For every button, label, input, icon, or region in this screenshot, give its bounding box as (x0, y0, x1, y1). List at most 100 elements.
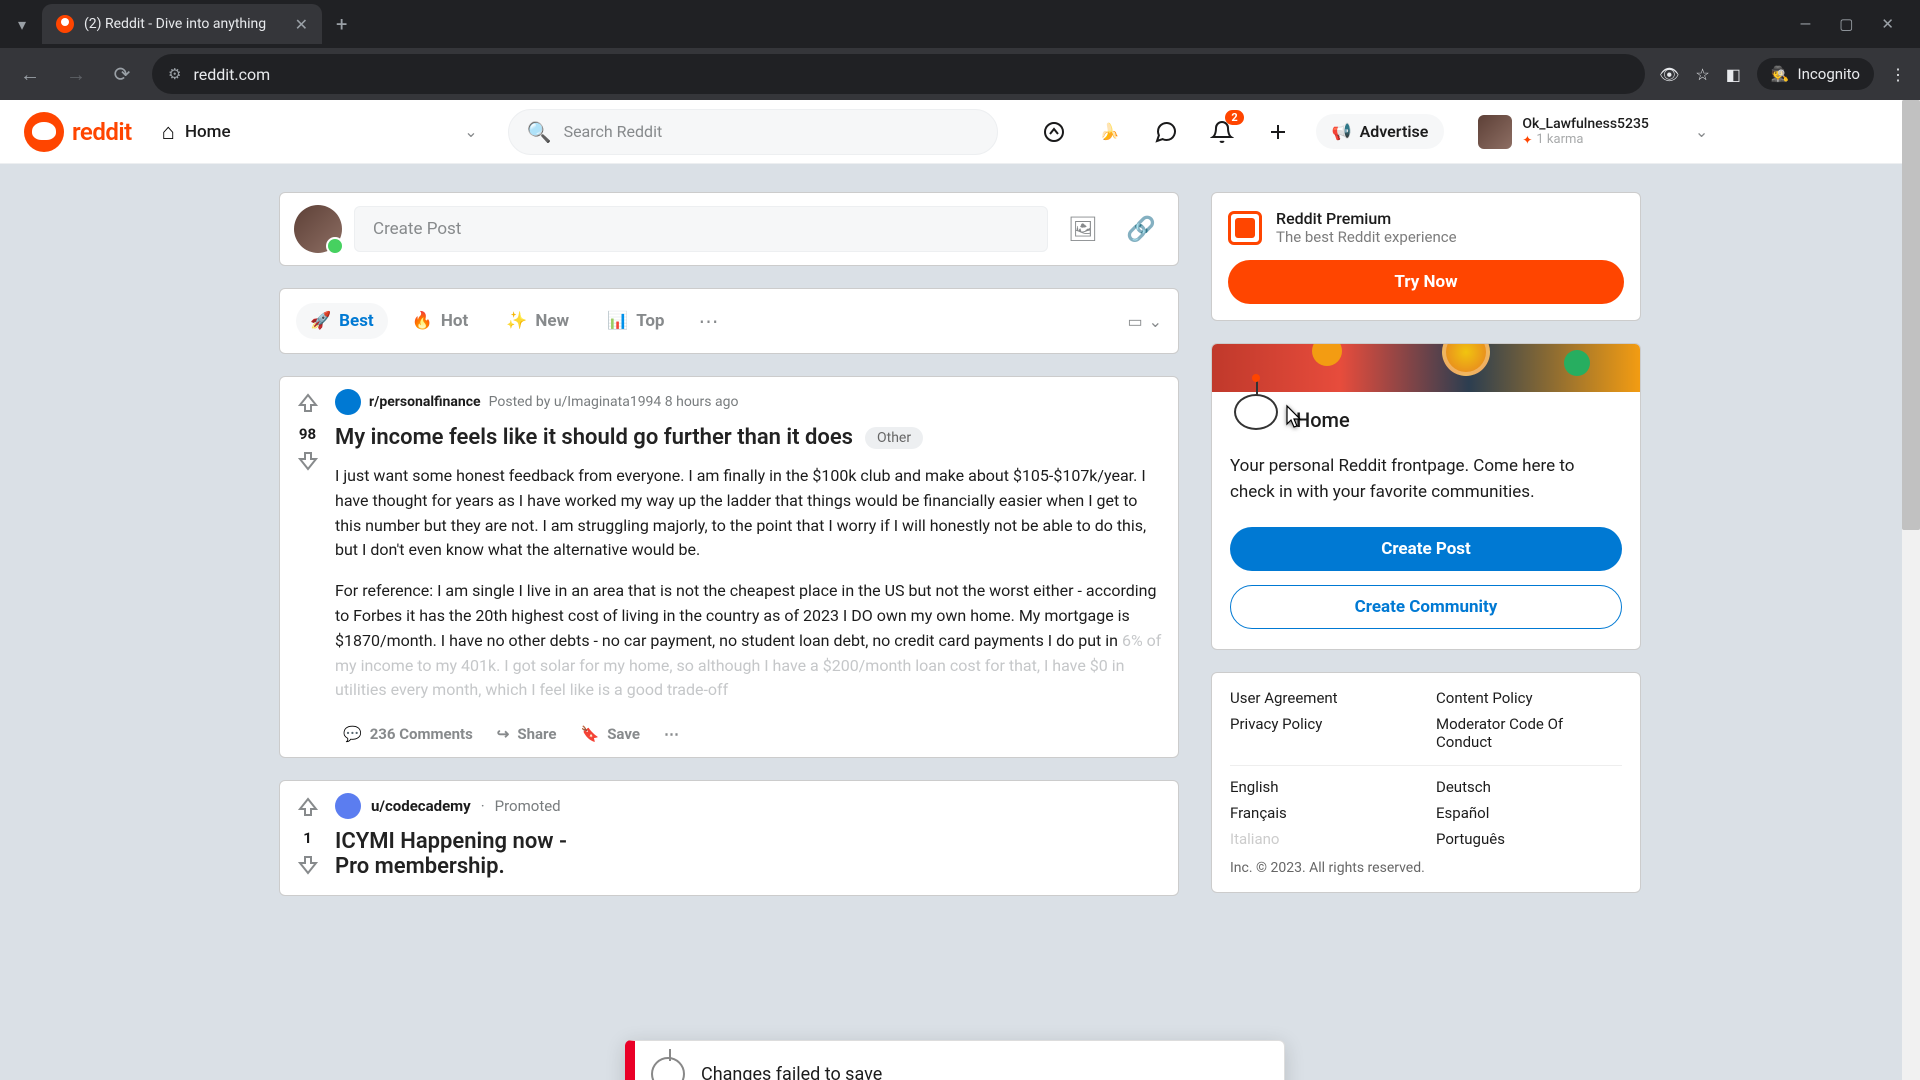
vote-count: 98 (299, 425, 316, 443)
subreddit-link[interactable]: r/personalfinance (369, 394, 481, 410)
minimize-icon[interactable]: ― (1800, 15, 1812, 33)
reddit-header: reddit ⌂ Home ⌄ 🔍 🍌 2 📢 Advertise (0, 100, 1920, 164)
promoter-avatar[interactable] (335, 793, 361, 819)
close-tab-icon[interactable]: ✕ (295, 15, 308, 34)
comment-icon: 💬 (343, 725, 362, 743)
lang-italiano[interactable]: Italiano (1230, 830, 1416, 848)
new-tab-button[interactable]: + (336, 12, 347, 36)
search-icon: 🔍 (527, 120, 552, 144)
promoted-label: Promoted (495, 797, 561, 815)
save-button[interactable]: 🔖Save (573, 719, 648, 749)
try-now-button[interactable]: Try Now (1228, 260, 1624, 304)
create-icon[interactable] (1260, 114, 1296, 150)
lang-deutsch[interactable]: Deutsch (1436, 778, 1622, 796)
maximize-icon[interactable]: ▢ (1839, 15, 1853, 33)
scrollbar-track[interactable] (1902, 100, 1920, 1080)
lang-portugues[interactable]: Português (1436, 830, 1622, 848)
coins-icon[interactable]: 🍌 (1092, 114, 1128, 150)
user-karma: 1 karma (1536, 132, 1583, 147)
promoter-link[interactable]: u/codecademy (371, 797, 471, 815)
toast-message: Changes failed to save (701, 1064, 882, 1080)
user-avatar-small[interactable] (294, 205, 342, 253)
side-panel-icon[interactable]: ◧ (1726, 65, 1741, 84)
promo-title-1: ICYMI Happening now - (335, 829, 567, 854)
create-post-input[interactable]: Create Post (354, 206, 1048, 252)
incognito-badge[interactable]: 🕵 Incognito (1757, 58, 1874, 90)
image-post-icon[interactable]: 🖼 (1060, 215, 1106, 243)
home-card-desc: Your personal Reddit frontpage. Come her… (1230, 454, 1622, 505)
incognito-icon: 🕵 (1771, 65, 1790, 83)
lang-francais[interactable]: Français (1230, 804, 1416, 822)
user-name: Ok_Lawfulness5235 (1522, 116, 1649, 132)
share-button[interactable]: ↪Share (489, 719, 565, 749)
post-card-promoted[interactable]: 1 u/codecademy · Promoted ICYMI Happenin… (279, 780, 1179, 896)
premium-shield-icon (1228, 211, 1262, 245)
browser-menu-icon[interactable]: ⋮ (1890, 65, 1906, 84)
chat-icon[interactable] (1148, 114, 1184, 150)
bookmark-icon[interactable]: ☆ (1695, 65, 1709, 84)
reddit-logo[interactable]: reddit (24, 112, 132, 152)
popular-icon[interactable] (1036, 114, 1072, 150)
post-flair[interactable]: Other (865, 427, 923, 449)
footer-link-mod-code[interactable]: Moderator Code Of Conduct (1436, 715, 1622, 751)
create-community-button[interactable]: Create Community (1230, 585, 1622, 629)
chevron-down-icon: ⌄ (1695, 122, 1708, 141)
home-icon: ⌂ (162, 119, 175, 145)
post-title[interactable]: My income feels like it should go furthe… (335, 425, 853, 450)
upvote-button[interactable] (296, 795, 320, 823)
rocket-icon: 🚀 (310, 311, 331, 331)
address-bar[interactable]: ⚙ reddit.com (152, 54, 1645, 94)
karma-icon: ✦ (1522, 133, 1532, 147)
scrollbar-thumb[interactable] (1902, 100, 1920, 530)
forward-button[interactable]: → (60, 58, 92, 90)
site-settings-icon[interactable]: ⚙ (168, 65, 181, 83)
incognito-label: Incognito (1798, 65, 1860, 83)
card-view-icon: ▭ (1127, 312, 1142, 331)
advertise-label: Advertise (1360, 122, 1429, 141)
more-actions-icon[interactable]: ⋯ (656, 719, 687, 749)
footer-link-privacy[interactable]: Privacy Policy (1230, 715, 1416, 751)
link-post-icon[interactable]: 🔗 (1118, 215, 1164, 243)
window-controls: ― ▢ ✕ (1800, 15, 1912, 33)
post-text: I just want some honest feedback from ev… (335, 464, 1164, 703)
lang-espanol[interactable]: Español (1436, 804, 1622, 822)
advertise-button[interactable]: 📢 Advertise (1316, 114, 1445, 149)
fire-icon: 🔥 (412, 311, 433, 331)
footer-card: User Agreement Content Policy Privacy Po… (1211, 672, 1641, 893)
eye-off-icon[interactable]: 👁 (1659, 65, 1679, 84)
browser-chrome: ▾ (2) Reddit - Dive into anything ✕ + ― … (0, 0, 1920, 100)
downvote-button[interactable] (296, 853, 320, 881)
snoo-mascot (1230, 378, 1282, 438)
user-menu[interactable]: Ok_Lawfulness5235 ✦ 1 karma ⌄ (1468, 111, 1718, 153)
feed-dropdown[interactable]: ⌂ Home ⌄ (150, 113, 490, 151)
footer-link-content-policy[interactable]: Content Policy (1436, 689, 1622, 707)
lang-english[interactable]: English (1230, 778, 1416, 796)
subreddit-icon[interactable] (335, 389, 361, 415)
back-button[interactable]: ← (14, 58, 46, 90)
feed-label: Home (185, 122, 231, 142)
home-card: Home Your personal Reddit frontpage. Com… (1211, 343, 1641, 650)
sort-new[interactable]: ✨New (492, 303, 583, 339)
post-card[interactable]: 98 r/personalfinance Posted by u/Imagina… (279, 376, 1179, 758)
reddit-logo-icon (24, 112, 64, 152)
create-post-button[interactable]: Create Post (1230, 527, 1622, 571)
close-window-icon[interactable]: ✕ (1881, 15, 1894, 33)
more-sort-icon[interactable]: ⋯ (689, 309, 729, 333)
footer-link-user-agreement[interactable]: User Agreement (1230, 689, 1416, 707)
reload-button[interactable]: ⟳ (106, 58, 138, 90)
sort-hot[interactable]: 🔥Hot (398, 303, 483, 339)
tab-list-dropdown[interactable]: ▾ (8, 10, 36, 38)
notification-badge: 2 (1225, 110, 1243, 125)
notifications-icon[interactable]: 2 (1204, 114, 1240, 150)
search-input[interactable] (564, 122, 979, 141)
downvote-button[interactable] (296, 449, 320, 477)
create-post-bar: Create Post 🖼 🔗 (279, 192, 1179, 266)
browser-tab[interactable]: (2) Reddit - Dive into anything ✕ (42, 4, 322, 44)
sort-best[interactable]: 🚀Best (296, 303, 388, 339)
comments-button[interactable]: 💬236 Comments (335, 719, 481, 749)
sort-top[interactable]: 📊Top (593, 303, 678, 339)
view-mode-toggle[interactable]: ▭⌄ (1127, 312, 1162, 331)
upvote-button[interactable] (296, 391, 320, 419)
vote-count: 1 (303, 829, 312, 847)
search-bar[interactable]: 🔍 (508, 109, 998, 155)
